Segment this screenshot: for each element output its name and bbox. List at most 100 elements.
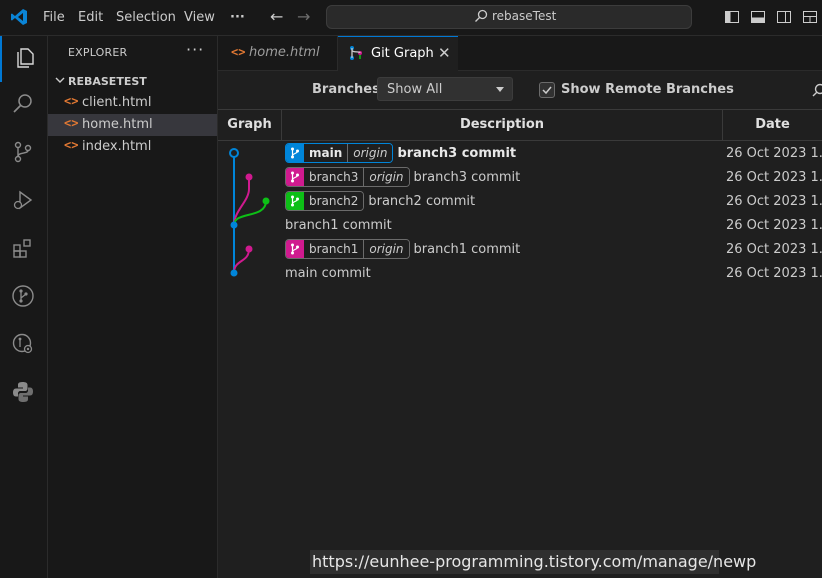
commit-row[interactable]: main origin branch3 commit 26 Oct 2023 1..… (218, 142, 822, 166)
branch-ref-branch3[interactable]: branch3 origin (285, 167, 410, 187)
branch-icon (286, 168, 304, 186)
run-debug-activity[interactable] (0, 178, 47, 224)
commit-description: branch3 origin branch3 commit (285, 166, 520, 190)
commit-row[interactable]: branch1 commit 26 Oct 2023 1... (218, 214, 822, 238)
find-icon[interactable] (812, 83, 822, 101)
source-control-activity[interactable] (0, 130, 47, 176)
title-bar: File Edit Selection View ··· ← → rebaseT… (0, 0, 822, 36)
branch-ref-branch2[interactable]: branch2 (285, 191, 365, 211)
source-control-icon (14, 141, 32, 163)
tab-home-html[interactable]: <> home.html (218, 36, 338, 70)
html-file-icon: <> (64, 138, 79, 152)
toggle-primary-sidebar-icon[interactable] (724, 9, 740, 25)
file-name: home.html (82, 117, 153, 132)
commit-date: 26 Oct 2023 1... (726, 194, 822, 209)
extensions-activity[interactable] (0, 226, 47, 272)
commit-message: branch1 commit (285, 218, 392, 233)
file-item[interactable]: <> home.html (48, 114, 217, 136)
remote-explorer-activity[interactable] (0, 322, 47, 368)
commit-description: main origin branch3 commit (285, 142, 516, 166)
commit-row[interactable]: branch3 origin branch3 commit 26 Oct 2023 … (218, 166, 822, 190)
chevron-down-icon (54, 74, 66, 90)
commit-description: branch2 branch2 commit (285, 190, 475, 214)
html-file-icon: <> (231, 45, 246, 59)
column-description[interactable]: Description (282, 110, 722, 140)
search-activity[interactable] (0, 82, 47, 128)
menu-edit[interactable]: Edit (78, 0, 103, 35)
commit-row[interactable]: branch1 origin branch1 commit 26 Oct 2023 … (218, 238, 822, 262)
commit-row[interactable]: branch2 branch2 commit 26 Oct 2023 1... (218, 190, 822, 214)
toggle-secondary-sidebar-icon[interactable] (776, 9, 792, 25)
run-debug-icon (13, 190, 33, 210)
close-icon[interactable]: ✕ (438, 44, 451, 62)
branch-ref-main[interactable]: main origin (285, 143, 394, 163)
commit-description: branch1 commit (285, 214, 392, 238)
file-item[interactable]: <> client.html (48, 92, 217, 114)
customize-layout-icon[interactable] (802, 9, 818, 25)
commit-message: branch3 commit (413, 170, 521, 185)
file-name: index.html (82, 139, 152, 154)
git-branch-icon (12, 285, 34, 307)
forward-arrow-icon[interactable]: → (297, 7, 310, 26)
explorer-title: EXPLORER (68, 46, 128, 59)
tab-git-graph[interactable]: Git Graph ✕ (338, 36, 458, 71)
commit-description: branch1 origin branch1 commit (285, 238, 520, 262)
column-graph[interactable]: Graph (218, 110, 281, 140)
file-item[interactable]: <> index.html (48, 136, 217, 158)
commit-date: 26 Oct 2023 1... (726, 242, 822, 257)
column-date[interactable]: Date (723, 110, 822, 140)
show-remote-checkbox[interactable] (539, 82, 555, 98)
branch-name: branch2 (304, 192, 364, 210)
menu-file[interactable]: File (43, 0, 65, 35)
branch-icon (286, 144, 304, 162)
commit-description: main commit (285, 262, 371, 286)
commit-date: 26 Oct 2023 1... (726, 218, 822, 233)
git-graph-activity[interactable] (0, 274, 47, 320)
remote-name: origin (363, 240, 409, 258)
menu-more[interactable]: ··· (230, 0, 245, 35)
branch-icon (286, 192, 304, 210)
dropdown-arrow-icon (496, 87, 504, 92)
explorer-sidebar: EXPLORER ··· REBASETEST <> client.html <… (48, 36, 218, 578)
html-file-icon: <> (64, 116, 79, 130)
commit-message: branch1 commit (413, 242, 521, 257)
extensions-icon (13, 239, 31, 258)
branch-ref-branch1[interactable]: branch1 origin (285, 239, 410, 259)
command-center[interactable]: rebaseTest (326, 5, 692, 29)
toggle-panel-icon[interactable] (750, 9, 766, 25)
tab-label: home.html (249, 45, 320, 60)
python-activity[interactable] (0, 370, 47, 416)
branch-name: branch1 (304, 240, 364, 258)
commit-row[interactable]: main commit 26 Oct 2023 1... (218, 262, 822, 286)
explorer-more-button[interactable]: ··· (186, 40, 204, 59)
explorer-activity[interactable] (0, 36, 47, 82)
folder-header[interactable]: REBASETEST (48, 72, 217, 92)
commit-date: 26 Oct 2023 1... (726, 266, 822, 281)
branch-icon (286, 240, 304, 258)
show-remote-label[interactable]: Show Remote Branches (561, 82, 734, 97)
command-center-text: rebaseTest (492, 9, 557, 23)
remote-name: origin (363, 168, 409, 186)
commit-message: main commit (285, 266, 371, 281)
commit-message: branch2 commit (368, 194, 476, 209)
git-graph-view: Branches: Show All Show Remote Branches … (218, 71, 822, 578)
branch-name: main (304, 144, 348, 162)
folder-name: REBASETEST (68, 75, 147, 88)
activity-bar (0, 36, 48, 578)
menu-selection[interactable]: Selection (116, 0, 176, 35)
commit-message: branch3 commit (397, 146, 517, 161)
url-watermark: https://eunhee-programming.tistory.com/m… (310, 550, 756, 574)
html-file-icon: <> (64, 94, 79, 108)
python-icon (13, 382, 33, 402)
tab-label: Git Graph (371, 46, 434, 61)
remote-name: origin (347, 144, 393, 162)
url-text: https://eunhee-programming.tistory.com/m… (312, 552, 757, 571)
editor-tab-bar: <> home.html Git Graph ✕ (218, 36, 822, 71)
back-arrow-icon[interactable]: ← (270, 7, 283, 26)
files-icon (17, 48, 34, 68)
vscode-logo-icon[interactable] (10, 8, 28, 30)
search-icon (474, 9, 488, 27)
branches-dropdown-value: Show All (387, 82, 443, 97)
menu-view[interactable]: View (184, 0, 215, 35)
branches-dropdown[interactable]: Show All (377, 77, 513, 101)
